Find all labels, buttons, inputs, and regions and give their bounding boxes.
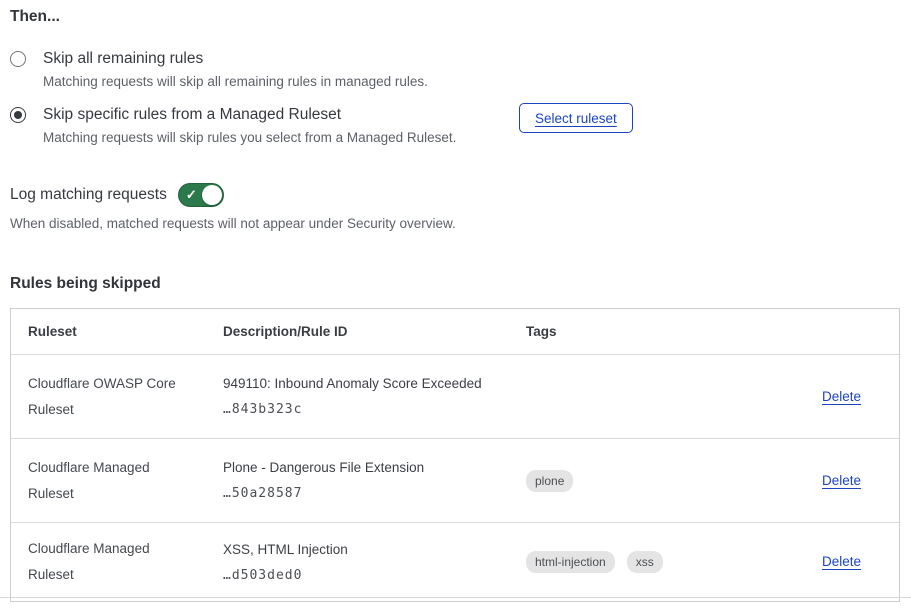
tag-badge: html-injection [526,551,615,573]
tags-cell: html-injection xss [526,551,822,573]
checkmark-icon: ✓ [186,188,197,201]
rule-id: …d503ded0 [223,568,526,583]
table-header-row: Ruleset Description/Rule ID Tags [11,309,899,354]
ruleset-cell: Cloudflare Managed Ruleset [28,455,193,507]
waf-rule-action-form: Then... Skip all remaining rules Matchin… [0,0,911,614]
select-ruleset-button[interactable]: Select ruleset [519,103,633,133]
table-row: Cloudflare OWASP Core Ruleset 949110: In… [11,354,899,438]
rule-description: 949110: Inbound Anomaly Score Exceeded [223,376,526,391]
radio-unselected-icon[interactable] [10,51,26,67]
rules-being-skipped-heading: Rules being skipped [10,275,900,293]
radio-option-skip-specific[interactable]: Skip specific rules from a Managed Rules… [10,104,900,147]
rule-description: XSS, HTML Injection [223,542,526,557]
radio-selected-icon[interactable] [10,107,26,123]
tag-badge: xss [627,551,663,573]
log-toggle-label: Log matching requests [10,186,167,204]
section-divider [0,597,911,598]
description-cell: Plone - Dangerous File Extension …50a285… [223,460,526,501]
tags-cell: plone [526,470,822,492]
radio-option-description: Matching requests will skip rules you se… [43,128,456,147]
table-row: Cloudflare Managed Ruleset Plone - Dange… [11,438,899,522]
delete-link[interactable]: Delete [822,554,861,569]
action-radio-group: Skip all remaining rules Matching reques… [10,48,900,147]
log-matching-requests-row: Log matching requests ✓ [10,183,900,207]
ruleset-cell: Cloudflare Managed Ruleset [28,536,193,588]
description-cell: XSS, HTML Injection …d503ded0 [223,542,526,583]
table-row: Cloudflare Managed Ruleset XSS, HTML Inj… [11,522,899,601]
actions-cell: Delete [822,553,882,571]
log-toggle-help-text: When disabled, matched requests will not… [10,216,900,231]
radio-option-description: Matching requests will skip all remainin… [43,72,428,91]
ruleset-cell: Cloudflare OWASP Core Ruleset [28,371,193,423]
radio-option-text: Skip specific rules from a Managed Rules… [43,104,456,147]
then-heading: Then... [10,8,900,26]
radio-option-label: Skip specific rules from a Managed Rules… [43,104,456,126]
delete-link[interactable]: Delete [822,473,861,488]
rule-id: …50a28587 [223,486,526,501]
log-toggle-switch[interactable]: ✓ [178,183,224,207]
actions-cell: Delete [822,472,882,490]
radio-option-label: Skip all remaining rules [43,48,428,70]
tag-badge: plone [526,470,573,492]
column-header-tags: Tags [526,324,822,339]
delete-link[interactable]: Delete [822,389,861,404]
radio-option-skip-all[interactable]: Skip all remaining rules Matching reques… [10,48,900,91]
rule-description: Plone - Dangerous File Extension [223,460,526,475]
rule-id: …843b323c [223,402,526,417]
column-header-description: Description/Rule ID [223,324,526,339]
actions-cell: Delete [822,388,882,406]
radio-option-text: Skip all remaining rules Matching reques… [43,48,428,91]
description-cell: 949110: Inbound Anomaly Score Exceeded …… [223,376,526,417]
column-header-ruleset: Ruleset [28,324,223,339]
rules-table: Ruleset Description/Rule ID Tags Cloudfl… [10,308,900,602]
toggle-knob[interactable] [202,185,222,205]
